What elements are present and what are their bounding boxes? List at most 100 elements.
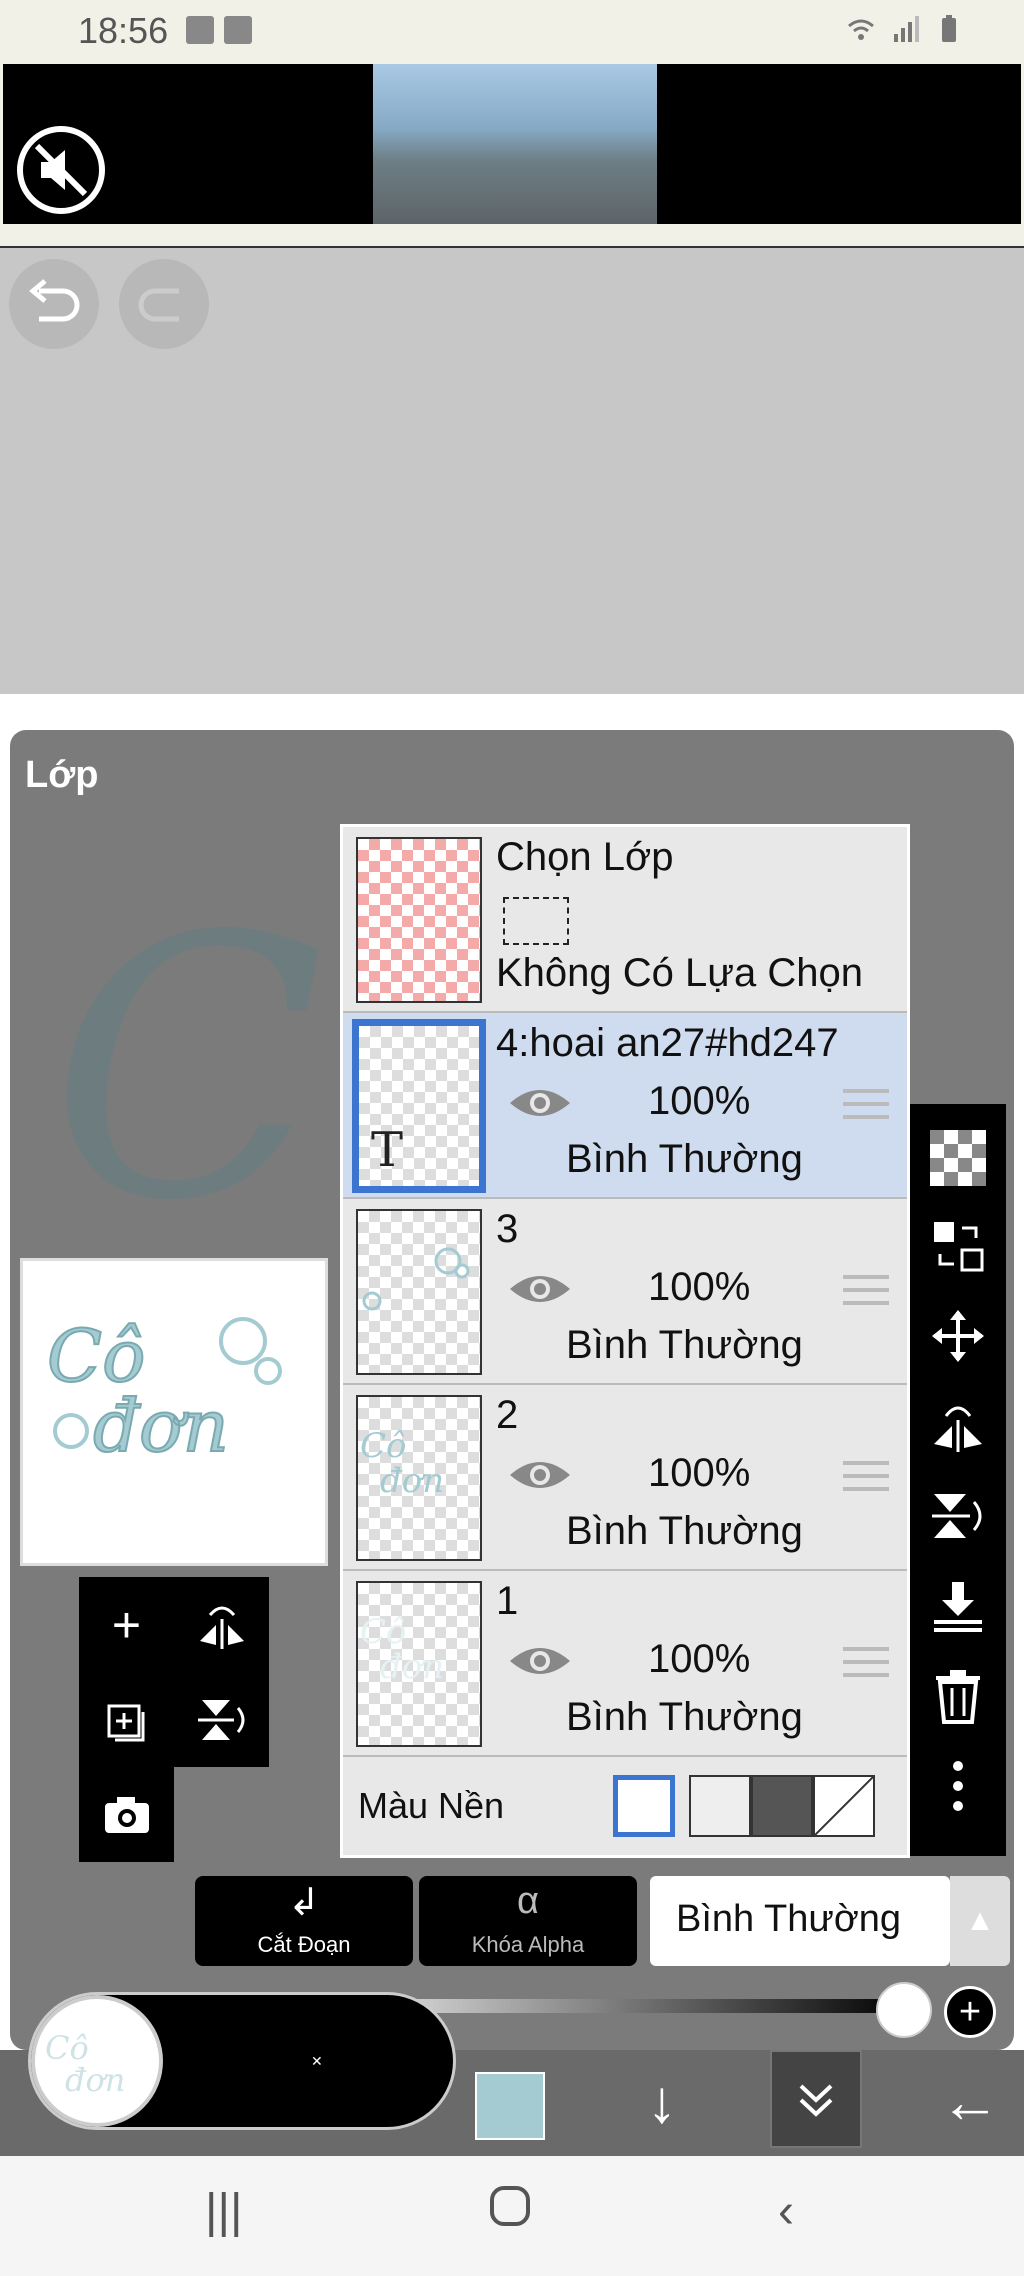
- layer-row[interactable]: Cô đơn 2 100% Bình Thường: [343, 1385, 907, 1571]
- background-none-swatch[interactable]: [813, 1775, 875, 1837]
- ad-image[interactable]: [373, 64, 657, 224]
- arrow-back-icon[interactable]: ←: [930, 2072, 1010, 2136]
- canvas-preview[interactable]: Cô đơn: [20, 1258, 328, 1566]
- background-row: Màu Nền: [343, 1759, 907, 1855]
- floating-ad-bubble[interactable]: Cô đơn ✕: [28, 1992, 456, 2130]
- transparency-checker-button[interactable]: [930, 1130, 986, 1186]
- selection-layer-name: Chọn Lớp: [496, 835, 674, 879]
- flip-horizontal-button[interactable]: [174, 1577, 269, 1672]
- preview-text-line2: đơn: [93, 1384, 229, 1468]
- text-layer-icon: T: [371, 1122, 404, 1178]
- home-icon[interactable]: [488, 2184, 532, 2240]
- recent-apps-icon[interactable]: |||: [205, 2184, 242, 2239]
- panel-title: Lớp: [25, 754, 99, 796]
- alpha-lock-icon: α: [517, 1880, 539, 1922]
- ad-banner[interactable]: [0, 64, 1024, 249]
- double-chevron-down-icon: [799, 2084, 833, 2117]
- selection-status: Không Có Lựa Chọn: [496, 951, 864, 995]
- visibility-eye-icon[interactable]: [508, 1269, 572, 1309]
- svg-text:đơn: đơn: [380, 1647, 444, 1687]
- delete-layer-button[interactable]: [930, 1668, 986, 1724]
- status-icons: [846, 14, 964, 44]
- flip-horizontal-icon: [934, 1406, 982, 1452]
- layer-tools: +: [79, 1577, 269, 1862]
- undo-icon: [29, 279, 80, 322]
- wifi-icon: [848, 19, 874, 40]
- layers-button[interactable]: [770, 2050, 862, 2148]
- layer-blend-mode: Bình Thường: [566, 1323, 803, 1367]
- more-options-button[interactable]: [930, 1758, 986, 1814]
- svg-text:đơn: đơn: [65, 2061, 125, 2099]
- svg-text:Cô: Cô: [360, 1426, 406, 1466]
- layer-panel: Lớp Cô Cô đơn + Chọn Lớp Không Có Lựa Ch…: [10, 730, 1014, 2050]
- clipping-label: Cắt Đoạn: [257, 1932, 351, 1957]
- layer-thumbnail: [356, 1209, 482, 1375]
- current-color-swatch[interactable]: [475, 2072, 545, 2140]
- move-icon: [932, 1310, 984, 1362]
- layer-list: Chọn Lớp Không Có Lựa Chọn T 4:hoai an27…: [340, 824, 910, 1858]
- duplicate-icon: [107, 1704, 144, 1741]
- blend-mode-select[interactable]: Bình Thường: [650, 1876, 950, 1966]
- clipping-icon: ↲: [288, 1882, 320, 1924]
- opacity-slider-thumb[interactable]: [876, 1982, 932, 2038]
- undo-button[interactable]: [9, 259, 99, 349]
- more-vertical-icon: [953, 1761, 963, 1811]
- swap-layer-button[interactable]: [930, 1218, 986, 1274]
- layer-row[interactable]: T 4:hoai an27#hd247 100% Bình Thường: [343, 1013, 907, 1199]
- ad-content[interactable]: [3, 64, 1021, 224]
- layer-opacity: 100%: [648, 1451, 751, 1495]
- layer-opacity: 100%: [648, 1637, 751, 1681]
- layer-blend-mode: Bình Thường: [566, 1509, 803, 1553]
- visibility-eye-icon[interactable]: [508, 1083, 572, 1123]
- layer-opacity: 100%: [648, 1079, 751, 1123]
- flip-horizontal-right-button[interactable]: [930, 1398, 986, 1454]
- status-bar: 18:56: [0, 0, 1024, 64]
- background-label: Màu Nền: [358, 1785, 505, 1826]
- flip-horizontal-icon: [199, 1606, 244, 1649]
- layer-name: 4:hoai an27#hd247: [496, 1021, 839, 1065]
- drag-handle-icon[interactable]: [843, 1275, 889, 1305]
- camera-button[interactable]: [79, 1767, 174, 1862]
- canvas-area[interactable]: [0, 248, 1024, 694]
- checkerboard-icon: [930, 1130, 986, 1186]
- add-layer-button[interactable]: +: [79, 1577, 174, 1672]
- drag-handle-icon[interactable]: [843, 1647, 889, 1677]
- drag-handle-icon[interactable]: [843, 1461, 889, 1491]
- mute-icon[interactable]: [17, 126, 105, 214]
- flip-vertical-right-button[interactable]: [930, 1488, 986, 1544]
- background-dark-swatch[interactable]: [751, 1775, 813, 1837]
- redo-button[interactable]: [119, 259, 209, 349]
- layer-row[interactable]: 3 100% Bình Thường: [343, 1199, 907, 1385]
- svg-text:đơn: đơn: [380, 1461, 444, 1501]
- opacity-increase-button[interactable]: +: [944, 1986, 996, 2038]
- drag-handle-icon[interactable]: [843, 1089, 889, 1119]
- layer-blend-mode: Bình Thường: [566, 1137, 803, 1181]
- trash-icon: [936, 1670, 980, 1724]
- layer-thumbnail: Cô đơn: [356, 1395, 482, 1561]
- move-button[interactable]: [930, 1308, 986, 1364]
- visibility-eye-icon[interactable]: [508, 1455, 572, 1495]
- floating-avatar[interactable]: Cô đơn: [31, 1995, 163, 2127]
- selection-box-icon: [503, 897, 569, 945]
- blend-mode-arrow-icon[interactable]: ▲: [950, 1876, 1010, 1966]
- selection-layer-row[interactable]: Chọn Lớp Không Có Lựa Chọn: [343, 827, 907, 1013]
- layer-name: 3: [496, 1207, 519, 1251]
- nav-back-icon[interactable]: ‹: [778, 2184, 794, 2239]
- redo-icon: [138, 288, 179, 322]
- duplicate-layer-button[interactable]: [79, 1672, 174, 1767]
- clipping-button[interactable]: ↲ Cắt Đoạn: [195, 1876, 413, 1966]
- background-white-swatch[interactable]: [613, 1775, 675, 1837]
- background-transparent-swatch[interactable]: [689, 1775, 751, 1837]
- close-icon[interactable]: ✕: [311, 2053, 323, 2070]
- svg-text:Cô: Cô: [360, 1612, 406, 1652]
- visibility-eye-icon[interactable]: [508, 1641, 572, 1681]
- flip-vertical-button[interactable]: [174, 1672, 269, 1767]
- alpha-lock-button[interactable]: α Khóa Alpha: [419, 1876, 637, 1966]
- merge-down-button[interactable]: [930, 1578, 986, 1634]
- swap-icon: [934, 1222, 984, 1272]
- alpha-lock-label: Khóa Alpha: [471, 1932, 585, 1957]
- layer-thumbnail: Cô đơn: [356, 1581, 482, 1747]
- layer-row[interactable]: Cô đơn 1 100% Bình Thường: [343, 1571, 907, 1757]
- arrow-down-icon[interactable]: ↓: [630, 2072, 694, 2136]
- clock-icon: [224, 16, 252, 44]
